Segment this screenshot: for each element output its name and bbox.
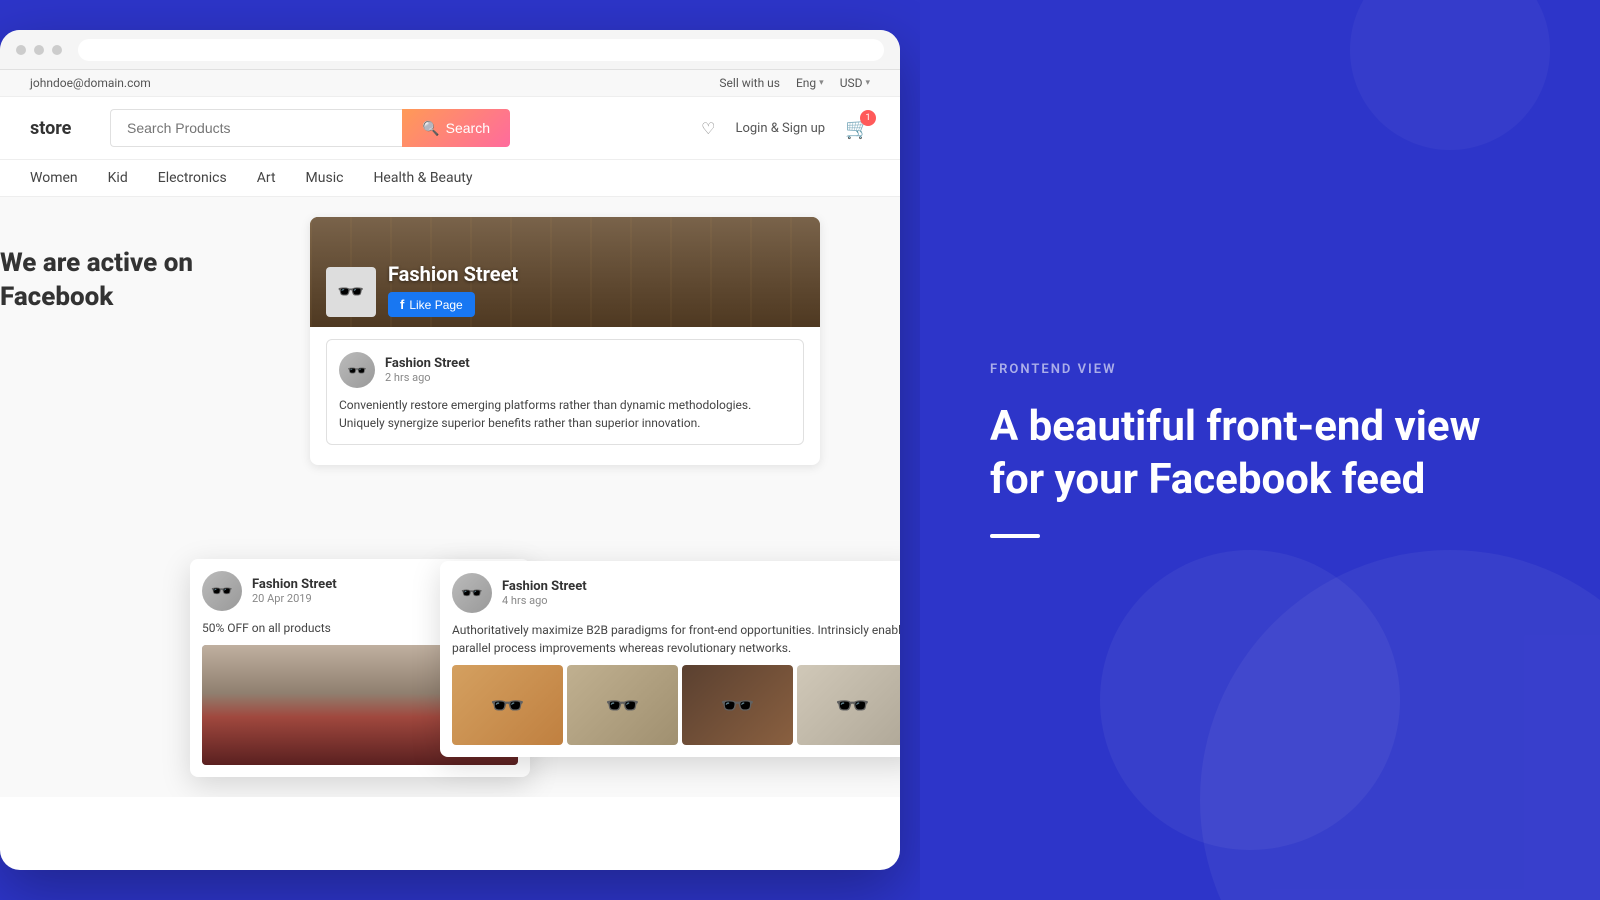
login-link[interactable]: Login & Sign up	[735, 121, 825, 136]
currency-chevron-icon: ▾	[865, 78, 870, 88]
nav-item-music[interactable]: Music	[306, 170, 344, 186]
facebook-active-text: We are active on Facebook	[0, 247, 193, 315]
deco-circle-medium	[1100, 550, 1400, 850]
fc2-avatar: 🕶️	[452, 573, 492, 613]
store-email: johndoe@domain.com	[30, 76, 151, 90]
language-dropdown[interactable]: Eng ▾	[796, 76, 824, 90]
grid-image-1: 🕶️	[452, 665, 563, 745]
fc2-image-grid: 🕶️ 🕶️ 🕶️ 🕶️	[452, 665, 900, 745]
nav-item-electronics[interactable]: Electronics	[158, 170, 227, 186]
page-info: Fashion Street f Like Page	[388, 262, 518, 317]
store-topbar: johndoe@domain.com Sell with us Eng ▾ US…	[0, 70, 900, 97]
currency-label: USD	[840, 76, 863, 90]
fc1-avatar: 🕶️	[202, 571, 242, 611]
facebook-f-icon: f	[400, 297, 404, 312]
browser-mockup: johndoe@domain.com Sell with us Eng ▾ US…	[0, 30, 900, 870]
language-chevron-icon: ▾	[819, 78, 824, 88]
nav-item-health-beauty[interactable]: Health & Beauty	[373, 170, 472, 186]
grid-image-2: 🕶️	[567, 665, 678, 745]
left-panel: johndoe@domain.com Sell with us Eng ▾ US…	[0, 0, 920, 900]
glasses-icon-3: 🕶️	[682, 665, 793, 745]
post-author-avatar: 🕶️	[339, 352, 375, 388]
post-author-name: Fashion Street	[385, 356, 470, 371]
nav-item-women[interactable]: Women	[30, 170, 78, 186]
post-text: Conveniently restore emerging platforms …	[339, 396, 791, 432]
facebook-feed-widget: 🕶️ Fashion Street f Like Page 🕶️	[310, 217, 820, 465]
fc1-author: Fashion Street	[252, 577, 337, 592]
browser-dot-yellow	[34, 45, 44, 55]
browser-bar	[0, 30, 900, 70]
post-time: 2 hrs ago	[385, 371, 470, 384]
language-label: Eng	[796, 76, 816, 90]
glasses-icon-2: 🕶️	[567, 665, 678, 745]
floating-card-2-header: 🕶️ Fashion Street 4 hrs ago	[452, 573, 900, 613]
search-button[interactable]: 🔍 Search	[402, 109, 510, 147]
like-page-button[interactable]: f Like Page	[388, 292, 475, 317]
fc1-date: 20 Apr 2019	[252, 592, 337, 605]
wishlist-heart-icon[interactable]: ♡	[701, 119, 715, 138]
currency-dropdown[interactable]: USD ▾	[840, 76, 870, 90]
facebook-active-line1: We are active on	[0, 247, 193, 281]
store-header: store 🔍 Search ♡ Login & Sign up 🛒 1	[0, 97, 900, 160]
search-button-label: Search	[446, 120, 490, 136]
right-panel-heading: A beautiful front-end view for your Face…	[990, 401, 1530, 506]
nav-item-art[interactable]: Art	[257, 170, 276, 186]
grid-image-4: 🕶️	[797, 665, 900, 745]
deco-circle-small	[1350, 0, 1550, 150]
right-panel-divider	[990, 534, 1040, 538]
avatar-glasses-icon: 🕶️	[326, 267, 376, 317]
search-input[interactable]	[110, 109, 402, 147]
right-panel: FRONTEND VIEW A beautiful front-end view…	[920, 0, 1600, 900]
fc2-meta: Fashion Street 4 hrs ago	[502, 579, 587, 607]
cart-badge: 1	[860, 110, 876, 126]
sell-with-us-link[interactable]: Sell with us	[719, 76, 780, 90]
fc2-time: 4 hrs ago	[502, 594, 587, 607]
right-panel-label: FRONTEND VIEW	[990, 362, 1530, 377]
cart-button[interactable]: 🛒 1	[845, 116, 870, 140]
search-icon: 🔍	[422, 120, 439, 137]
post-header: 🕶️ Fashion Street 2 hrs ago	[339, 352, 791, 388]
like-page-label: Like Page	[409, 298, 462, 312]
browser-dot-red	[16, 45, 26, 55]
nav-item-kid[interactable]: Kid	[108, 170, 128, 186]
glasses-icon-4: 🕶️	[797, 665, 900, 745]
facebook-posts: 🕶️ Fashion Street 2 hrs ago Conveniently…	[310, 327, 820, 465]
floating-post-card-2: 🕶️ Fashion Street 4 hrs ago Authoritativ…	[440, 561, 900, 757]
facebook-page-name: Fashion Street	[388, 262, 518, 286]
store-navigation: Women Kid Electronics Art Music Health &…	[0, 160, 900, 197]
store-content: We are active on Facebook 🕶️ Fashion Str…	[0, 197, 900, 797]
browser-dot-green	[52, 45, 62, 55]
fc2-author: Fashion Street	[502, 579, 587, 594]
search-container: 🔍 Search	[110, 109, 510, 147]
facebook-post-1: 🕶️ Fashion Street 2 hrs ago Conveniently…	[326, 339, 804, 445]
browser-address-bar	[78, 39, 884, 61]
cover-overlay	[310, 217, 820, 327]
topbar-right: Sell with us Eng ▾ USD ▾	[719, 76, 870, 90]
store-logo: store	[30, 118, 90, 139]
fc1-meta: Fashion Street 20 Apr 2019	[252, 577, 337, 605]
post-meta: Fashion Street 2 hrs ago	[385, 356, 470, 384]
fc2-text: Authoritatively maximize B2B paradigms f…	[452, 621, 900, 657]
facebook-page-cover: 🕶️ Fashion Street f Like Page	[310, 217, 820, 327]
header-actions: ♡ Login & Sign up 🛒 1	[701, 116, 870, 140]
page-avatar: 🕶️	[326, 267, 376, 317]
glasses-icon-1: 🕶️	[452, 665, 563, 745]
grid-image-3: 🕶️	[682, 665, 793, 745]
facebook-active-line2: Facebook	[0, 281, 193, 315]
